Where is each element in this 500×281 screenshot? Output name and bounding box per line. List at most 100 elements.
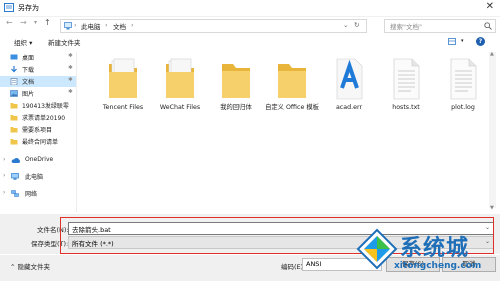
title-bar: 另存为 ✕ bbox=[0, 0, 500, 17]
sidebar-item-onedrive[interactable]: › OneDrive bbox=[0, 155, 76, 166]
forward-button[interactable]: → bbox=[20, 18, 27, 27]
new-folder-button[interactable]: 新建文件夹 bbox=[48, 37, 81, 47]
folder-icon bbox=[10, 115, 18, 121]
pc-icon bbox=[64, 22, 72, 30]
breadcrumb-documents[interactable]: 文档 bbox=[113, 21, 126, 31]
navigation-pane: 桌面 ✱ 下载 ✱ 文档 ✱ 图片 ✱ 190413发绿联零 求票请单20190 bbox=[0, 52, 77, 212]
file-item[interactable]: plot.log bbox=[432, 56, 494, 126]
sidebar-item-folder[interactable]: 最终合同请单 bbox=[0, 136, 76, 147]
chevron-right-icon[interactable]: › bbox=[3, 189, 5, 196]
toolbar: 组织 ▾ 新建文件夹 ▾ ? bbox=[0, 35, 500, 50]
sidebar-item-documents[interactable]: 文档 ✱ bbox=[0, 76, 76, 87]
desktop-icon bbox=[10, 54, 18, 60]
recent-locations-chevron-icon[interactable]: ▾ bbox=[34, 19, 37, 26]
watermark-url: xitongcheng.com bbox=[394, 261, 482, 271]
text-file-icon bbox=[393, 58, 420, 100]
sidebar-item-label: 此电脑 bbox=[25, 174, 44, 181]
watermark-brand: 系统城 bbox=[400, 236, 470, 261]
breadcrumb-separator: › bbox=[131, 21, 134, 29]
notepad-icon bbox=[4, 3, 14, 12]
help-icon[interactable]: ? bbox=[476, 37, 485, 46]
refresh-icon[interactable]: ↻ bbox=[354, 21, 359, 29]
file-name: plot.log bbox=[451, 104, 475, 111]
sidebar-item-label: 下载 bbox=[22, 67, 35, 74]
computer-icon bbox=[11, 173, 19, 180]
folder-icon bbox=[10, 139, 18, 145]
file-item[interactable]: WeChat Files bbox=[149, 56, 211, 126]
watermark-logo-icon bbox=[356, 228, 398, 270]
chevron-up-icon: ⌃ bbox=[10, 263, 18, 271]
file-list: Tencent Files WeChat Files 我的回归体 自定义 Off… bbox=[80, 52, 500, 212]
hide-folders-label: 隐藏文件夹 bbox=[17, 263, 51, 271]
documents-icon bbox=[10, 78, 18, 85]
sidebar-item-pictures[interactable]: 图片 ✱ bbox=[0, 88, 76, 99]
folder-with-documents-icon bbox=[166, 58, 194, 98]
view-options-icon[interactable] bbox=[448, 38, 458, 46]
sidebar-item-desktop[interactable]: 桌面 ✱ bbox=[0, 52, 76, 63]
window-title: 另存为 bbox=[18, 4, 39, 12]
back-button[interactable]: ← bbox=[6, 18, 13, 27]
sidebar-item-label: 桌面 bbox=[22, 55, 35, 62]
breadcrumb-separator: › bbox=[74, 21, 77, 29]
search-placeholder: 搜索"文档" bbox=[390, 23, 422, 31]
sidebar-item-label: 图片 bbox=[22, 91, 35, 98]
sidebar-item-folder[interactable]: 190413发绿联零 bbox=[0, 100, 76, 111]
address-dropdown-icon[interactable]: ⌄ bbox=[343, 21, 348, 29]
scroll-up-icon[interactable]: ▲ bbox=[490, 51, 494, 57]
file-name: 自定义 Office 模板 bbox=[265, 104, 319, 111]
file-name: WeChat Files bbox=[159, 104, 201, 111]
save-as-dialog: 另存为 ✕ ← → ▾ ↑ › 此电脑 › 文档 › ⌄ ↻ 搜索"文档" 组织… bbox=[0, 0, 500, 281]
chevron-right-icon[interactable]: › bbox=[3, 172, 5, 179]
breadcrumb-this-pc[interactable]: 此电脑 bbox=[81, 21, 101, 31]
sidebar-item-network[interactable]: › 网络 bbox=[0, 188, 76, 199]
breadcrumb-separator: › bbox=[105, 21, 108, 29]
sidebar-item-folder[interactable]: 求票请单20190 bbox=[0, 112, 76, 123]
text-file-icon bbox=[450, 58, 477, 100]
folder-icon bbox=[10, 103, 18, 109]
pin-icon: ✱ bbox=[68, 65, 73, 71]
folder-icon bbox=[278, 64, 306, 98]
pin-icon: ✱ bbox=[68, 77, 73, 83]
folder-with-documents-icon bbox=[109, 58, 137, 98]
file-name: acad.err bbox=[335, 104, 363, 111]
download-arrow-icon bbox=[11, 66, 17, 73]
watermark: 系统城 xitongcheng.com bbox=[356, 228, 496, 278]
cloud-icon bbox=[11, 157, 21, 163]
scroll-down-icon[interactable]: ▼ bbox=[490, 205, 494, 211]
sidebar-item-folder[interactable]: 需要系项目 bbox=[0, 124, 76, 135]
pin-icon: ✱ bbox=[68, 89, 73, 95]
file-item[interactable]: Tencent Files bbox=[92, 56, 154, 126]
network-icon bbox=[11, 190, 19, 197]
application-a-icon bbox=[336, 58, 363, 100]
folder-icon bbox=[10, 127, 18, 133]
sidebar-item-label: 文档 bbox=[22, 79, 35, 86]
file-item[interactable]: 我的回归体 bbox=[205, 56, 267, 126]
sidebar-item-label: 190413发绿联零 bbox=[22, 103, 69, 110]
file-name: Tencent Files bbox=[102, 104, 144, 111]
sidebar-item-downloads[interactable]: 下载 ✱ bbox=[0, 64, 76, 75]
search-icon[interactable] bbox=[484, 22, 492, 30]
file-item[interactable]: hosts.txt bbox=[375, 56, 437, 126]
sidebar-item-label: 需要系项目 bbox=[22, 127, 53, 134]
up-button[interactable]: ↑ bbox=[44, 18, 51, 27]
folder-icon bbox=[222, 64, 250, 98]
view-dropdown-icon[interactable]: ▾ bbox=[461, 38, 464, 44]
chevron-right-icon[interactable]: › bbox=[3, 156, 5, 163]
sidebar-item-this-pc[interactable]: › 此电脑 bbox=[0, 171, 76, 182]
sidebar-item-label: 最终合同请单 bbox=[22, 139, 59, 146]
file-name: hosts.txt bbox=[392, 104, 420, 111]
file-item[interactable]: acad.err bbox=[318, 56, 380, 126]
pictures-icon bbox=[10, 90, 18, 97]
organize-button[interactable]: 组织 ▾ bbox=[14, 37, 32, 47]
navigation-bar: ← → ▾ ↑ › 此电脑 › 文档 › ⌄ ↻ 搜索"文档" bbox=[0, 16, 500, 33]
address-bar[interactable]: › 此电脑 › 文档 › ⌄ ↻ bbox=[60, 19, 367, 33]
sidebar-item-label: OneDrive bbox=[25, 156, 54, 163]
search-box[interactable]: 搜索"文档" bbox=[384, 19, 496, 33]
hide-folders-toggle[interactable]: ⌃ 隐藏文件夹 bbox=[10, 261, 50, 271]
close-icon[interactable]: ✕ bbox=[486, 1, 494, 12]
file-item[interactable]: 自定义 Office 模板 bbox=[261, 56, 323, 126]
file-name: 我的回归体 bbox=[220, 104, 252, 111]
pin-icon: ✱ bbox=[68, 53, 73, 59]
vertical-scrollbar[interactable] bbox=[489, 52, 496, 208]
sidebar-item-label: 网络 bbox=[25, 191, 38, 198]
